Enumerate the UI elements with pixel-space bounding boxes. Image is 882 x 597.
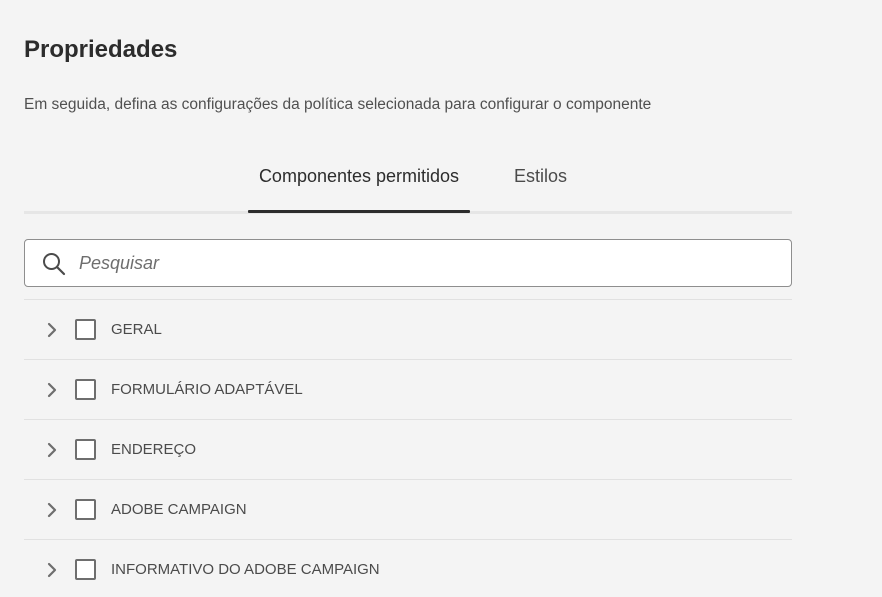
chevron-right-icon[interactable] xyxy=(44,500,60,520)
properties-panel: Propriedades Em seguida, defina as confi… xyxy=(0,0,882,597)
group-label: ADOBE CAMPAIGN xyxy=(111,501,247,518)
chevron-right-icon[interactable] xyxy=(44,380,60,400)
search-box xyxy=(24,239,792,287)
list-item: INFORMATIVO DO ADOBE CAMPAIGN xyxy=(24,540,792,597)
search-icon xyxy=(43,253,66,276)
chevron-right-icon[interactable] xyxy=(44,560,60,580)
group-checkbox[interactable] xyxy=(75,559,96,580)
chevron-right-icon[interactable] xyxy=(44,440,60,460)
tab-styles[interactable]: Estilos xyxy=(514,166,567,187)
search-input[interactable] xyxy=(79,241,779,285)
list-item: ENDEREÇO xyxy=(24,420,792,480)
list-item: ADOBE CAMPAIGN xyxy=(24,480,792,540)
group-checkbox[interactable] xyxy=(75,379,96,400)
page-title: Propriedades xyxy=(24,36,178,63)
page-description: Em seguida, defina as configurações da p… xyxy=(24,96,652,113)
list-item: FORMULÁRIO ADAPTÁVEL xyxy=(24,360,792,420)
group-label: ENDEREÇO xyxy=(111,441,197,458)
group-checkbox[interactable] xyxy=(75,439,96,460)
group-label: INFORMATIVO DO ADOBE CAMPAIGN xyxy=(111,561,380,578)
group-checkbox[interactable] xyxy=(75,499,96,520)
tab-allowed-components[interactable]: Componentes permitidos xyxy=(248,166,470,213)
chevron-right-icon[interactable] xyxy=(44,320,60,340)
group-checkbox[interactable] xyxy=(75,319,96,340)
list-item: GERAL xyxy=(24,300,792,360)
tab-bar: Componentes permitidos Estilos xyxy=(24,150,792,214)
group-label: FORMULÁRIO ADAPTÁVEL xyxy=(111,381,303,398)
group-label: GERAL xyxy=(111,321,162,338)
component-group-list: GERAL FORMULÁRIO ADAPTÁVEL ENDEREÇO ADOB… xyxy=(24,299,792,597)
